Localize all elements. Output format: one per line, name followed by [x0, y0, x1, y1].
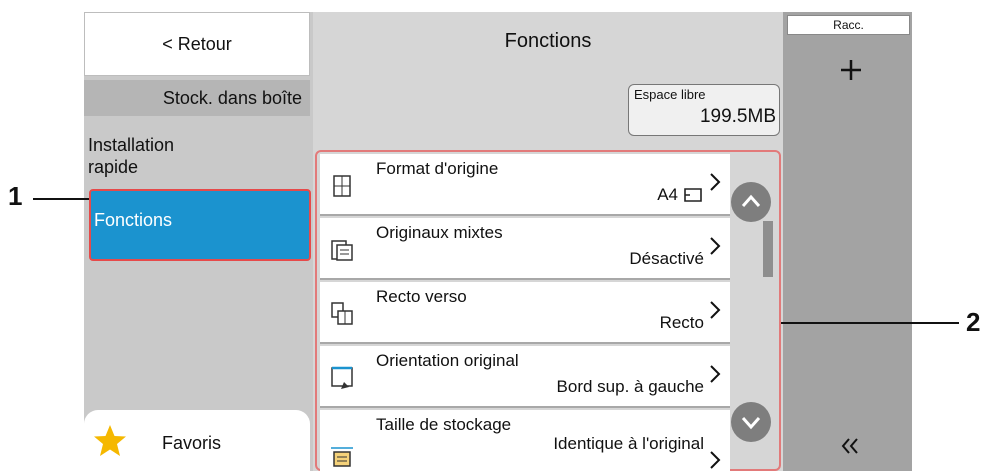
function-value: A4 [657, 185, 678, 204]
callout-2-line [781, 322, 959, 324]
function-title: Format d'origine [376, 159, 499, 178]
function-title: Taille de stockage [376, 415, 512, 434]
chevron-right-icon [710, 451, 721, 469]
box-label: Stock. dans boîte [84, 80, 310, 116]
chevron-right-icon [710, 173, 721, 191]
free-space-value: 199.5MB [699, 106, 776, 127]
original-size-icon [333, 175, 351, 197]
plus-icon[interactable] [836, 55, 866, 85]
callout-1-line [33, 198, 89, 200]
duplex-icon [331, 302, 353, 325]
chevron-up-icon [741, 194, 761, 207]
page-title: Fonctions [504, 30, 592, 52]
function-row-mixed-originals[interactable]: Originaux mixtes Désactivé [320, 218, 730, 280]
function-row-original-orientation[interactable]: Orientation original Bord sup. à gauche [320, 346, 730, 408]
function-row-original-size[interactable]: Format d'origine A4 [320, 154, 730, 216]
double-chevron-left-icon[interactable] [838, 434, 862, 458]
chevron-right-icon [710, 237, 721, 255]
function-row-duplex[interactable]: Recto verso Recto [320, 282, 730, 344]
function-row-storage-size[interactable]: Taille de stockage Identique à l'origina… [320, 410, 730, 471]
function-title: Originaux mixtes [376, 223, 503, 242]
function-value: Recto [659, 313, 704, 332]
storage-size-icon [331, 447, 353, 467]
scroll-up-button[interactable] [731, 182, 771, 222]
chevron-down-icon [741, 417, 761, 430]
landscape-paper-icon [684, 188, 702, 202]
callout-1-label: 1 [8, 181, 23, 211]
scroll-down-button[interactable] [731, 402, 771, 442]
back-button[interactable]: < Retour [84, 12, 310, 76]
orientation-icon [331, 366, 353, 389]
shortcut-tab[interactable]: Racc. [787, 15, 910, 35]
function-value: Identique à l'original [553, 434, 704, 453]
free-space-label: Espace libre [634, 87, 706, 102]
mixed-originals-icon [331, 240, 353, 261]
function-title: Recto verso [376, 287, 467, 306]
sidebar-item-quick-setup[interactable]: Installation rapide [88, 134, 288, 178]
function-value: Désactivé [629, 249, 704, 268]
function-title: Orientation original [376, 351, 519, 370]
callout-2-label: 2 [966, 307, 981, 337]
chevron-right-icon [710, 301, 721, 319]
favorites-label: Favoris [162, 433, 222, 453]
star-icon [94, 425, 126, 456]
chevron-right-icon [710, 365, 721, 383]
scroll-thumb[interactable] [763, 221, 773, 277]
function-value: Bord sup. à gauche [556, 377, 704, 396]
sidebar-item-functions[interactable]: Fonctions [89, 189, 311, 261]
